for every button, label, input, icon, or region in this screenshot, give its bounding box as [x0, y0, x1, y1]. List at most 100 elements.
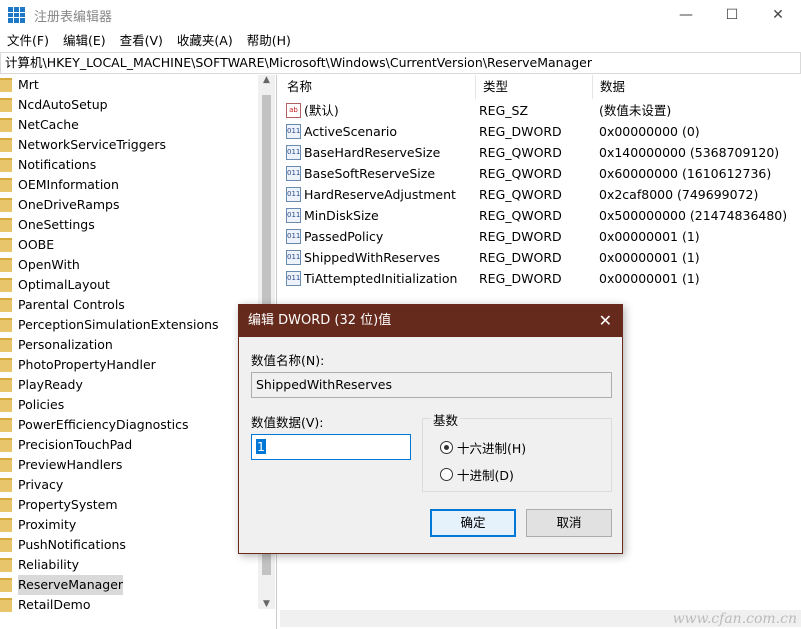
tree-item-label: Reliability: [18, 557, 80, 572]
value-data-label: 数值数据(V):: [251, 415, 324, 430]
tree-item-label: PreviewHandlers: [18, 457, 123, 472]
value-data: 0x60000000 (1610612736): [599, 166, 772, 181]
folder-icon: [0, 298, 12, 312]
tree-item[interactable]: Mrt: [0, 75, 39, 95]
maximize-button[interactable]: ☐: [709, 0, 755, 30]
tree-item[interactable]: PropertySystem: [0, 495, 118, 515]
watermark: www.cfan.com.cn: [672, 611, 797, 627]
folder-icon: [0, 98, 12, 112]
value-data: 0x00000001 (1): [599, 229, 700, 244]
tree-item-label: PushNotifications: [18, 537, 126, 552]
value-name: PassedPolicy: [304, 229, 384, 244]
tree-item[interactable]: Privacy: [0, 475, 63, 495]
menu-bar: 文件(F) 编辑(E) 查看(V) 收藏夹(A) 帮助(H): [0, 31, 298, 51]
menu-edit[interactable]: 编辑(E): [56, 31, 113, 51]
ok-button[interactable]: 确定: [430, 509, 516, 537]
tree-item[interactable]: Parental Controls: [0, 295, 125, 315]
address-bar[interactable]: 计算机\HKEY_LOCAL_MACHINE\SOFTWARE\Microsof…: [0, 52, 801, 74]
menu-favorites[interactable]: 收藏夹(A): [170, 31, 240, 51]
column-name[interactable]: 名称: [280, 75, 476, 99]
column-data[interactable]: 数据: [593, 75, 801, 99]
tree-item[interactable]: NetCache: [0, 115, 79, 135]
dialog-title: 编辑 DWORD (32 位)值: [248, 313, 392, 328]
folder-icon: [0, 358, 12, 372]
tree-item[interactable]: NetworkServiceTriggers: [0, 135, 166, 155]
tree-item[interactable]: PhotoPropertyHandler: [0, 355, 156, 375]
binary-value-icon: 011: [286, 271, 301, 286]
folder-icon: [0, 258, 12, 272]
menu-view[interactable]: 查看(V): [113, 31, 170, 51]
close-button[interactable]: ✕: [755, 0, 801, 30]
cancel-button[interactable]: 取消: [526, 509, 612, 537]
value-row[interactable]: 011 BaseHardReserveSize REG_QWORD 0x1400000…: [280, 142, 801, 163]
binary-value-icon: 011: [286, 229, 301, 244]
tree-item[interactable]: Reliability: [0, 555, 79, 575]
folder-icon: [0, 418, 12, 432]
string-value-icon: ab: [286, 103, 301, 118]
value-row[interactable]: 011 MinDiskSize REG_QWORD 0x500000000 (2147…: [280, 205, 801, 226]
value-type: REG_DWORD: [479, 250, 562, 265]
tree-item[interactable]: PushNotifications: [0, 535, 126, 555]
value-data-input[interactable]: 1: [251, 434, 411, 460]
folder-icon: [0, 78, 12, 92]
folder-icon: [0, 158, 12, 172]
tree-item[interactable]: OptimalLayout: [0, 275, 110, 295]
tree-item[interactable]: OneDriveRamps: [0, 195, 119, 215]
dialog-close-button[interactable]: ✕: [599, 305, 612, 337]
value-data: 0x140000000 (5368709120): [599, 145, 780, 160]
value-type: REG_DWORD: [479, 229, 562, 244]
tree-item[interactable]: OOBE: [0, 235, 54, 255]
binary-value-icon: 011: [286, 124, 301, 139]
tree-item-label: NcdAutoSetup: [18, 97, 108, 112]
binary-value-icon: 011: [286, 250, 301, 265]
minimize-button[interactable]: —: [663, 0, 709, 30]
value-row[interactable]: 011 ActiveScenario REG_DWORD 0x00000000 (0): [280, 121, 801, 142]
tree-item[interactable]: OneSettings: [0, 215, 95, 235]
tree-item-label: ReserveManager: [18, 575, 124, 595]
value-name: HardReserveAdjustment: [304, 187, 456, 202]
tree-item[interactable]: RetailDemo: [0, 595, 90, 615]
value-row[interactable]: 011 HardReserveAdjustment REG_QWORD 0x2caf8…: [280, 184, 801, 205]
folder-icon: [0, 398, 12, 412]
tree-item[interactable]: PowerEfficiencyDiagnostics: [0, 415, 189, 435]
value-type: REG_DWORD: [479, 124, 562, 139]
tree-item[interactable]: ReserveManager: [0, 575, 124, 595]
tree-item[interactable]: OEMInformation: [0, 175, 119, 195]
hex-radio[interactable]: 十六进制(H): [440, 438, 526, 457]
menu-help[interactable]: 帮助(H): [240, 31, 298, 51]
scroll-up-icon[interactable]: ▲: [258, 75, 275, 85]
scroll-down-icon[interactable]: ▼: [258, 599, 275, 609]
tree-item[interactable]: PerceptionSimulationExtensions: [0, 315, 219, 335]
tree-item[interactable]: PreviewHandlers: [0, 455, 122, 475]
tree-item[interactable]: Notifications: [0, 155, 96, 175]
tree-item[interactable]: PlayReady: [0, 375, 83, 395]
tree-item[interactable]: Personalization: [0, 335, 113, 355]
value-row[interactable]: 011 TiAttemptedInitialization REG_DWORD 0x0…: [280, 268, 801, 289]
tree-item[interactable]: Proximity: [0, 515, 76, 535]
tree-item[interactable]: OpenWith: [0, 255, 80, 275]
column-type[interactable]: 类型: [476, 75, 593, 99]
value-name: BaseHardReserveSize: [304, 145, 441, 160]
value-name-field[interactable]: ShippedWithReserves: [251, 372, 612, 398]
tree-item[interactable]: PrecisionTouchPad: [0, 435, 132, 455]
value-data: 0x00000001 (1): [599, 271, 700, 286]
tree-item[interactable]: NcdAutoSetup: [0, 95, 108, 115]
binary-value-icon: 011: [286, 145, 301, 160]
edit-dword-dialog: 编辑 DWORD (32 位)值 ✕ 数值名称(N): ShippedWithR…: [238, 304, 623, 554]
tree-item[interactable]: Policies: [0, 395, 64, 415]
value-data: 0x2caf8000 (749699072): [599, 187, 759, 202]
value-row[interactable]: 011 BaseSoftReserveSize REG_QWORD 0x6000000…: [280, 163, 801, 184]
tree-item-label: PowerEfficiencyDiagnostics: [18, 417, 189, 432]
regedit-app-icon: [8, 7, 25, 23]
value-row[interactable]: ab (默认) REG_SZ (数值未设置): [280, 100, 801, 121]
folder-icon: [0, 538, 12, 552]
value-type: REG_DWORD: [479, 271, 562, 286]
decimal-radio[interactable]: 十进制(D): [440, 465, 514, 484]
menu-file[interactable]: 文件(F): [0, 31, 56, 51]
value-name: (默认): [304, 103, 339, 118]
value-name: ShippedWithReserves: [304, 250, 440, 265]
title-bar: 注册表编辑器 — ☐ ✕: [0, 0, 801, 30]
value-row[interactable]: 011 PassedPolicy REG_DWORD 0x00000001 (1): [280, 226, 801, 247]
value-name-label: 数值名称(N):: [251, 353, 325, 368]
value-row[interactable]: 011 ShippedWithReserves REG_DWORD 0x0000000…: [280, 247, 801, 268]
